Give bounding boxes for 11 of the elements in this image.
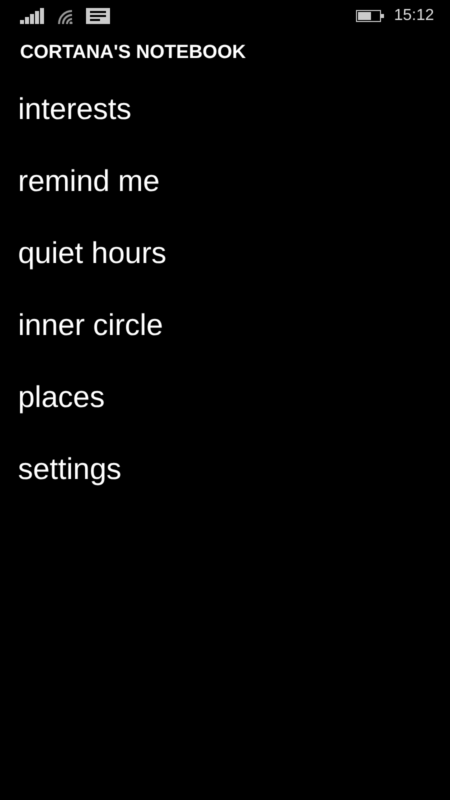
clock-time: 15:12 xyxy=(394,7,434,25)
menu-item[interactable]: inner circle xyxy=(18,307,164,345)
menu-item[interactable]: places xyxy=(18,379,105,417)
signal-icon xyxy=(20,8,46,24)
page-title: CORTANA'S NOTEBOOK xyxy=(20,42,246,63)
menu-item[interactable]: remind me xyxy=(18,163,160,201)
menu-item[interactable]: interests xyxy=(18,91,132,129)
menu-item[interactable]: settings xyxy=(18,451,122,489)
menu-item[interactable]: quiet hours xyxy=(18,235,166,273)
message-icon xyxy=(86,8,110,24)
battery-icon xyxy=(356,10,384,22)
